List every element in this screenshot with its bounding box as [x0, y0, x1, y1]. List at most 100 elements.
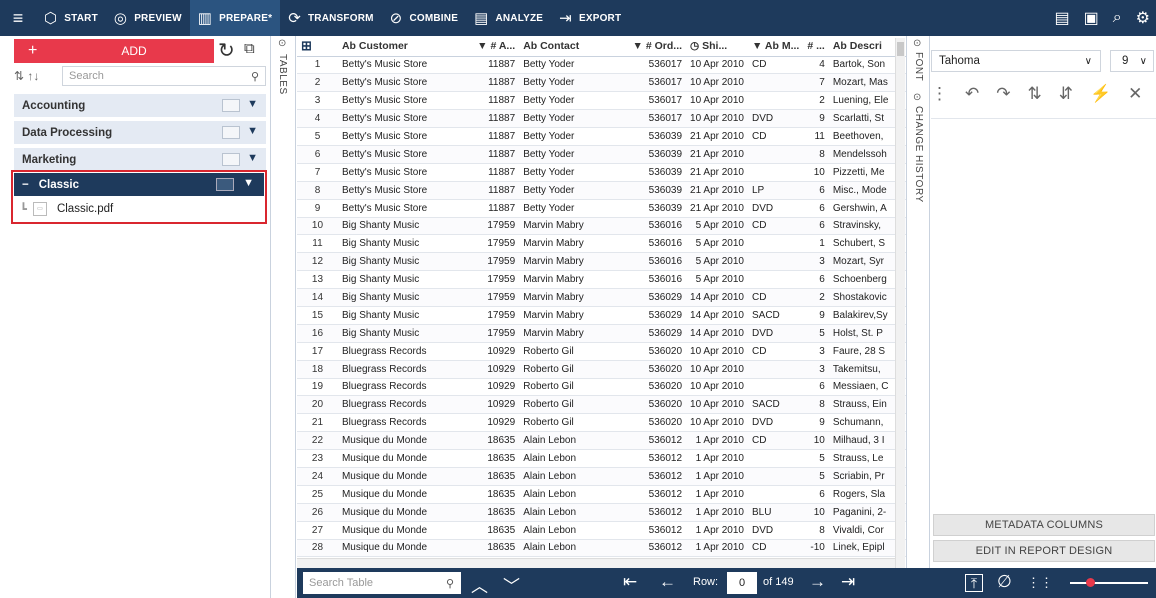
table-cell[interactable]: 18: [297, 360, 338, 379]
column-selector-icon[interactable]: ⊞: [297, 36, 338, 57]
table-cell[interactable]: 5: [803, 449, 829, 468]
table-cell[interactable]: 536012: [628, 539, 687, 558]
scroll-thumb[interactable]: [897, 42, 904, 56]
expand-icon[interactable]: ⧉: [244, 40, 255, 57]
table-row[interactable]: 11 Big Shanty Music 17959 Marvin Mabry 53601…: [297, 234, 906, 254]
table-cell[interactable]: 17: [297, 342, 338, 361]
table-cell[interactable]: 3: [803, 342, 829, 361]
table-cell[interactable]: Bluegrass Records: [337, 413, 474, 433]
table-cell[interactable]: Betty's Music Store: [337, 73, 474, 93]
table-cell[interactable]: Big Shanty Music: [337, 288, 474, 307]
table-cell[interactable]: 12: [297, 252, 338, 272]
table-cell[interactable]: 536020: [628, 395, 687, 415]
pin-icon[interactable]: ⊙: [913, 38, 921, 49]
table-cell[interactable]: Roberto Gil: [519, 342, 629, 361]
chevron-down-icon[interactable]: ﹀: [503, 572, 520, 597]
table-cell[interactable]: 27: [297, 521, 338, 540]
font-tab[interactable]: FONT: [913, 52, 924, 81]
table-cell[interactable]: 3: [297, 91, 338, 111]
table-cell[interactable]: Betty's Music Store: [337, 56, 474, 75]
table-cell[interactable]: 17959: [473, 306, 520, 325]
table-cell[interactable]: 5 Apr 2010: [686, 217, 748, 236]
table-cell[interactable]: Marvin Mabry: [519, 324, 629, 343]
search-table-input[interactable]: Search Table ⚲: [303, 572, 461, 594]
table-cell[interactable]: DVD: [747, 521, 804, 540]
table-cell[interactable]: 17959: [473, 324, 520, 343]
table-cell[interactable]: 23: [297, 449, 338, 468]
table-cell[interactable]: 16: [297, 324, 338, 343]
table-row[interactable]: 27 Musique du Monde 18635 Alain Lebon 536012…: [297, 521, 906, 540]
table-cell[interactable]: 21 Apr 2010: [686, 199, 748, 218]
table-row[interactable]: 18 Bluegrass Records 10929 Roberto Gil 53602…: [297, 360, 906, 379]
table-cell[interactable]: 11887: [473, 56, 520, 75]
table-cell[interactable]: 10: [803, 431, 829, 451]
table-cell[interactable]: 11887: [473, 181, 520, 200]
table-cell[interactable]: 10: [803, 503, 829, 522]
table-cell[interactable]: 536012: [628, 521, 687, 540]
table-row[interactable]: 25 Musique du Monde 18635 Alain Lebon 536012…: [297, 485, 906, 504]
table-cell[interactable]: 7: [297, 163, 338, 182]
previous-row-icon[interactable]: ←: [659, 572, 676, 592]
gear-icon[interactable]: ⚙: [1136, 8, 1150, 28]
vertical-scrollbar[interactable]: [895, 38, 905, 568]
table-cell[interactable]: Marvin Mabry: [519, 270, 629, 290]
table-cell[interactable]: Musique du Monde: [337, 467, 474, 486]
change-history-tab[interactable]: CHANGE HISTORY: [913, 106, 924, 203]
table-cell[interactable]: 10: [803, 163, 829, 182]
table-cell[interactable]: 11887: [473, 127, 520, 146]
table-cell[interactable]: 5 Apr 2010: [686, 234, 748, 254]
table-cell[interactable]: 536016: [628, 252, 687, 272]
nav-prepare[interactable]: ▥ PREPARE*: [189, 0, 281, 36]
column-header[interactable]: # ...: [803, 36, 829, 57]
table-cell[interactable]: Betty Yoder: [519, 109, 629, 129]
table-cell[interactable]: 21: [297, 413, 338, 433]
table-cell[interactable]: 536029: [628, 306, 687, 325]
table-cell[interactable]: BLU: [747, 503, 804, 522]
table-cell[interactable]: 11887: [473, 109, 520, 129]
collapse-columns-icon[interactable]: ⋮⋮: [1027, 575, 1053, 591]
table-cell[interactable]: 4: [297, 109, 338, 129]
table-cell[interactable]: Musique du Monde: [337, 485, 474, 504]
table-cell[interactable]: 21 Apr 2010: [686, 127, 748, 146]
workspace-search-input[interactable]: Search ⚲: [62, 66, 266, 86]
add-button[interactable]: + ADD: [14, 39, 214, 63]
table-cell[interactable]: 1: [803, 234, 829, 254]
table-cell[interactable]: DVD: [747, 413, 804, 433]
table-cell[interactable]: Alain Lebon: [519, 503, 629, 522]
table-cell[interactable]: 536020: [628, 342, 687, 361]
table-cell[interactable]: 536016: [628, 234, 687, 254]
table-cell[interactable]: 536039: [628, 145, 687, 164]
zoom-slider-track[interactable]: [1070, 582, 1148, 584]
first-row-icon[interactable]: ⇤: [623, 572, 637, 592]
table-cell[interactable]: CD: [747, 288, 804, 307]
table-cell[interactable]: Marvin Mabry: [519, 217, 629, 236]
nav-analyze[interactable]: ▤ ANALYZE: [466, 0, 551, 36]
table-cell[interactable]: 9: [297, 199, 338, 218]
table-cell[interactable]: 5: [297, 127, 338, 146]
dropdown-arrow-icon[interactable]: ▼: [247, 98, 258, 110]
table-cell[interactable]: Betty Yoder: [519, 73, 629, 93]
sort-icon[interactable]: ⇅ ↑↓: [14, 69, 62, 83]
table-cell[interactable]: [747, 378, 804, 397]
table-cell[interactable]: Betty's Music Store: [337, 181, 474, 200]
table-cell[interactable]: 11887: [473, 91, 520, 111]
table-cell[interactable]: DVD: [747, 199, 804, 218]
table-cell[interactable]: 536029: [628, 288, 687, 307]
table-cell[interactable]: 536012: [628, 467, 687, 486]
table-cell[interactable]: 4: [803, 56, 829, 75]
table-cell[interactable]: CD: [747, 431, 804, 451]
table-cell[interactable]: 5 Apr 2010: [686, 252, 748, 272]
file-item[interactable]: ┗ ▭ Classic.pdf: [20, 199, 113, 219]
table-cell[interactable]: 536020: [628, 413, 687, 433]
group-classic[interactable]: − Classic ▼: [14, 173, 264, 196]
table-cell[interactable]: 6: [297, 145, 338, 164]
table-cell[interactable]: Betty Yoder: [519, 145, 629, 164]
nav-combine[interactable]: ⊘ COMBINE: [382, 0, 466, 36]
table-cell[interactable]: 18635: [473, 449, 520, 468]
table-cell[interactable]: 10 Apr 2010: [686, 91, 748, 111]
table-cell[interactable]: Betty's Music Store: [337, 199, 474, 218]
column-header[interactable]: Ab Contact: [519, 36, 629, 57]
table-cell[interactable]: 7: [803, 73, 829, 93]
collapse-icon[interactable]: −: [22, 179, 29, 191]
table-row[interactable]: 9 Betty's Music Store 11887 Betty Yoder 5360…: [297, 199, 906, 218]
